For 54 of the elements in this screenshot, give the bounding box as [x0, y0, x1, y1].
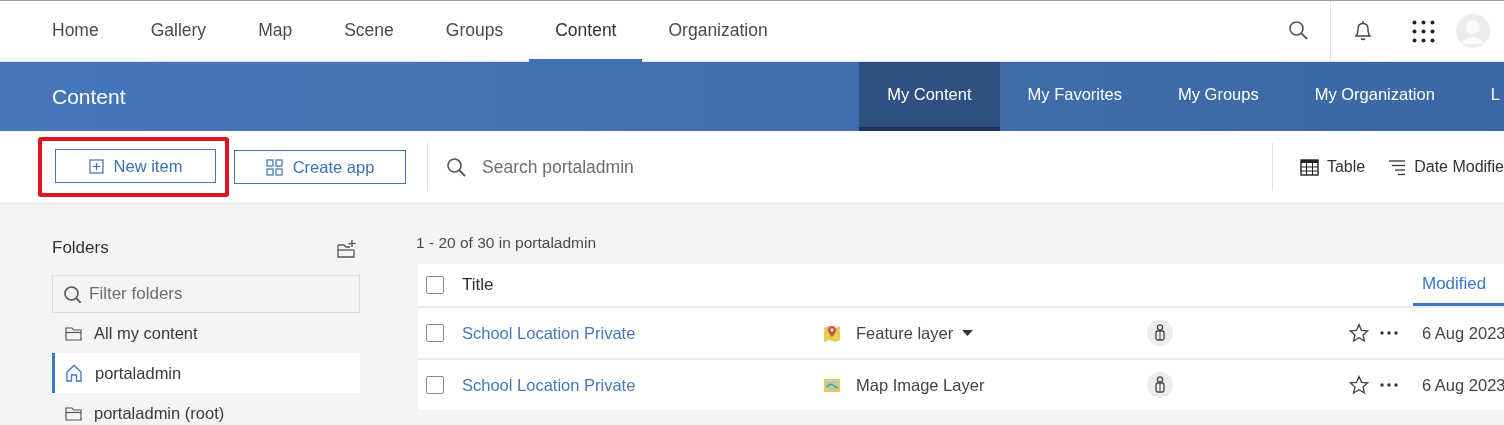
folder-item[interactable]: portaladmin: [52, 353, 360, 393]
table-icon: [1299, 158, 1319, 176]
caret-icon[interactable]: [962, 330, 974, 336]
person-icon: [1147, 372, 1173, 398]
results-count: 1 - 20 of 30 in portaladmin: [416, 234, 597, 253]
item-type: Feature layer: [856, 323, 954, 343]
more-icon[interactable]: [1380, 383, 1398, 387]
folder-item[interactable]: portaladmin (root): [52, 393, 360, 424]
section-tab[interactable]: L: [1462, 62, 1504, 131]
search-icon: [446, 157, 466, 177]
column-header[interactable]: Modified: [1413, 264, 1504, 306]
checkbox[interactable]: [426, 324, 444, 342]
nav-tab[interactable]: Groups: [419, 1, 530, 62]
sort-control[interactable]: Date Modifie: [1389, 158, 1504, 176]
person-icon: [1147, 320, 1173, 346]
item-title-link[interactable]: School Location Private: [462, 375, 636, 395]
view-toggle[interactable]: Table: [1299, 158, 1366, 176]
page-title: Content: [51, 83, 127, 110]
nav-tab[interactable]: Organization: [642, 1, 794, 62]
item-type: Map Image Layer: [856, 375, 985, 395]
section-tab[interactable]: My Favorites: [999, 62, 1150, 131]
star-icon[interactable]: [1349, 323, 1369, 343]
item-title-link[interactable]: School Location Private: [462, 323, 636, 343]
sort-lines-icon: [1389, 158, 1407, 176]
folder-item[interactable]: All my content: [52, 313, 360, 353]
section-tab[interactable]: My Content: [859, 62, 1000, 131]
plus-square-icon: [88, 158, 104, 174]
nav-tab[interactable]: Home: [26, 1, 125, 62]
toolbar-button[interactable]: New item: [55, 149, 216, 183]
section-tab[interactable]: My Organization: [1286, 62, 1463, 131]
checkbox[interactable]: [426, 376, 444, 394]
nav-tab[interactable]: Map: [232, 1, 319, 62]
filter-field[interactable]: Filter folders: [52, 275, 360, 313]
folder-icon: [65, 405, 82, 421]
nav-tab[interactable]: Scene: [318, 1, 420, 62]
more-icon[interactable]: [1380, 331, 1398, 335]
bell-icon[interactable]: [1352, 20, 1374, 42]
new-folder-icon[interactable]: [337, 238, 356, 258]
search-icon[interactable]: [1288, 20, 1310, 42]
checkbox[interactable]: [426, 276, 444, 294]
search-icon: [63, 285, 81, 303]
column-header[interactable]: Title: [462, 275, 494, 295]
modified-date: 6 Aug 2023: [1421, 323, 1504, 343]
search-field[interactable]: Search portaladmin: [480, 155, 1272, 179]
folders-heading: Folders: [52, 238, 109, 258]
apps-grid-icon[interactable]: [1412, 19, 1435, 43]
app-grid-icon: [265, 158, 283, 176]
modified-date: 6 Aug 2023: [1421, 375, 1504, 395]
folder-icon: [65, 325, 82, 341]
star-icon[interactable]: [1349, 375, 1369, 395]
toolbar-button[interactable]: Create app: [234, 150, 406, 184]
nav-tab[interactable]: Gallery: [124, 1, 233, 62]
section-tab[interactable]: My Groups: [1150, 62, 1287, 131]
house-icon: [65, 364, 83, 382]
